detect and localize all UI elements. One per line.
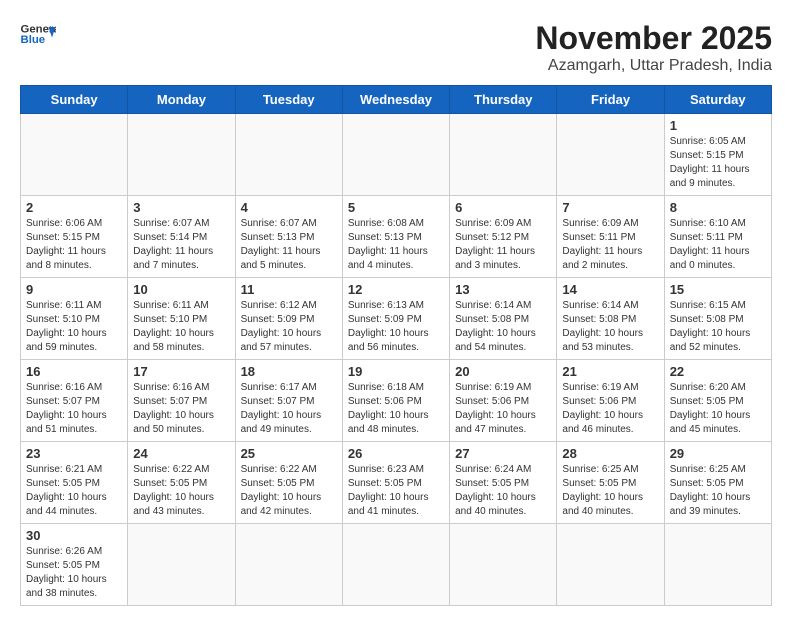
table-row: 16 Sunrise: 6:16 AMSunset: 5:07 PMDaylig… (21, 360, 772, 442)
empty-cell (557, 114, 664, 196)
day-8: 8 Sunrise: 6:10 AMSunset: 5:11 PMDayligh… (664, 196, 771, 278)
day-14: 14 Sunrise: 6:14 AMSunset: 5:08 PMDaylig… (557, 278, 664, 360)
day-5: 5 Sunrise: 6:08 AMSunset: 5:13 PMDayligh… (342, 196, 449, 278)
header-saturday: Saturday (664, 86, 771, 114)
empty-cell (21, 114, 128, 196)
title-area: November 2025 Azamgarh, Uttar Pradesh, I… (535, 20, 772, 75)
empty-cell (235, 114, 342, 196)
logo: General Blue (20, 20, 56, 48)
day-15: 15 Sunrise: 6:15 AMSunset: 5:08 PMDaylig… (664, 278, 771, 360)
day-3: 3 Sunrise: 6:07 AMSunset: 5:14 PMDayligh… (128, 196, 235, 278)
table-row: 1 Sunrise: 6:05 AMSunset: 5:15 PMDayligh… (21, 114, 772, 196)
day-2: 2 Sunrise: 6:06 AMSunset: 5:15 PMDayligh… (21, 196, 128, 278)
day-9: 9 Sunrise: 6:11 AMSunset: 5:10 PMDayligh… (21, 278, 128, 360)
weekday-header-row: Sunday Monday Tuesday Wednesday Thursday… (21, 86, 772, 114)
header: General Blue November 2025 Azamgarh, Utt… (20, 20, 772, 75)
header-tuesday: Tuesday (235, 86, 342, 114)
table-row: 9 Sunrise: 6:11 AMSunset: 5:10 PMDayligh… (21, 278, 772, 360)
empty-cell (128, 114, 235, 196)
day-26: 26 Sunrise: 6:23 AMSunset: 5:05 PMDaylig… (342, 442, 449, 524)
day-7: 7 Sunrise: 6:09 AMSunset: 5:11 PMDayligh… (557, 196, 664, 278)
empty-cell (557, 524, 664, 606)
table-row: 2 Sunrise: 6:06 AMSunset: 5:15 PMDayligh… (21, 196, 772, 278)
day-27: 27 Sunrise: 6:24 AMSunset: 5:05 PMDaylig… (450, 442, 557, 524)
empty-cell (450, 524, 557, 606)
logo-icon: General Blue (20, 20, 56, 48)
day-29: 29 Sunrise: 6:25 AMSunset: 5:05 PMDaylig… (664, 442, 771, 524)
day-21: 21 Sunrise: 6:19 AMSunset: 5:06 PMDaylig… (557, 360, 664, 442)
header-thursday: Thursday (450, 86, 557, 114)
day-17: 17 Sunrise: 6:16 AMSunset: 5:07 PMDaylig… (128, 360, 235, 442)
day-6: 6 Sunrise: 6:09 AMSunset: 5:12 PMDayligh… (450, 196, 557, 278)
day-13: 13 Sunrise: 6:14 AMSunset: 5:08 PMDaylig… (450, 278, 557, 360)
header-monday: Monday (128, 86, 235, 114)
day-18: 18 Sunrise: 6:17 AMSunset: 5:07 PMDaylig… (235, 360, 342, 442)
empty-cell (342, 114, 449, 196)
header-wednesday: Wednesday (342, 86, 449, 114)
empty-cell (235, 524, 342, 606)
day-4: 4 Sunrise: 6:07 AMSunset: 5:13 PMDayligh… (235, 196, 342, 278)
day-25: 25 Sunrise: 6:22 AMSunset: 5:05 PMDaylig… (235, 442, 342, 524)
day-1: 1 Sunrise: 6:05 AMSunset: 5:15 PMDayligh… (664, 114, 771, 196)
day-19: 19 Sunrise: 6:18 AMSunset: 5:06 PMDaylig… (342, 360, 449, 442)
calendar: Sunday Monday Tuesday Wednesday Thursday… (20, 85, 772, 606)
svg-text:Blue: Blue (21, 34, 46, 46)
day-22: 22 Sunrise: 6:20 AMSunset: 5:05 PMDaylig… (664, 360, 771, 442)
empty-cell (664, 524, 771, 606)
table-row: 23 Sunrise: 6:21 AMSunset: 5:05 PMDaylig… (21, 442, 772, 524)
empty-cell (450, 114, 557, 196)
day-20: 20 Sunrise: 6:19 AMSunset: 5:06 PMDaylig… (450, 360, 557, 442)
day-11: 11 Sunrise: 6:12 AMSunset: 5:09 PMDaylig… (235, 278, 342, 360)
day-16: 16 Sunrise: 6:16 AMSunset: 5:07 PMDaylig… (21, 360, 128, 442)
empty-cell (342, 524, 449, 606)
header-sunday: Sunday (21, 86, 128, 114)
day-10: 10 Sunrise: 6:11 AMSunset: 5:10 PMDaylig… (128, 278, 235, 360)
day-28: 28 Sunrise: 6:25 AMSunset: 5:05 PMDaylig… (557, 442, 664, 524)
table-row: 30 Sunrise: 6:26 AMSunset: 5:05 PMDaylig… (21, 524, 772, 606)
empty-cell (128, 524, 235, 606)
day-23: 23 Sunrise: 6:21 AMSunset: 5:05 PMDaylig… (21, 442, 128, 524)
header-friday: Friday (557, 86, 664, 114)
day-12: 12 Sunrise: 6:13 AMSunset: 5:09 PMDaylig… (342, 278, 449, 360)
page-title: November 2025 (535, 20, 772, 57)
day-24: 24 Sunrise: 6:22 AMSunset: 5:05 PMDaylig… (128, 442, 235, 524)
page-subtitle: Azamgarh, Uttar Pradesh, India (535, 57, 772, 75)
day-30: 30 Sunrise: 6:26 AMSunset: 5:05 PMDaylig… (21, 524, 128, 606)
